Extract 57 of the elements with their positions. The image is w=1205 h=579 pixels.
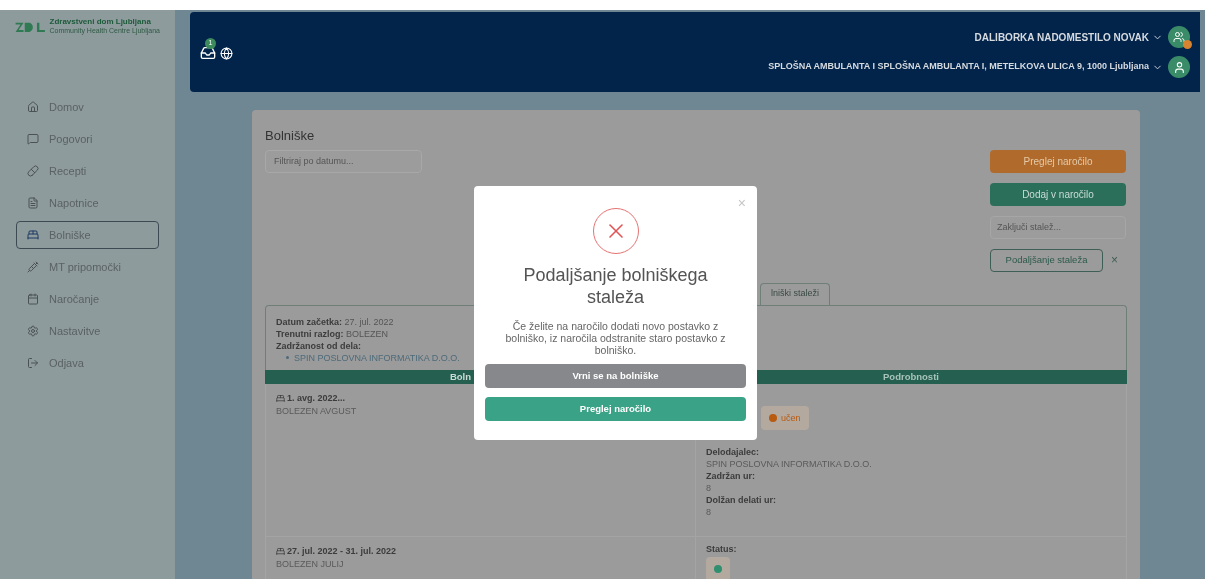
sidebar-item[interactable]: Nastavitve (16, 317, 159, 345)
sidebar-item[interactable]: Odjava (16, 349, 159, 377)
info-line: Zadržanost od dela: (276, 339, 361, 352)
review-order-button[interactable]: Preglej naročilo (990, 149, 1126, 173)
info-line: Trenutni razlog: BOLEZEN (276, 327, 388, 340)
add-to-order-button[interactable]: Dodaj v naročilo (990, 182, 1126, 206)
column-header: Boln (449, 369, 471, 384)
leave-reason: BOLEZEN JULIJ (276, 557, 344, 571)
logout-icon (27, 357, 39, 369)
dialog-message: Če želite na naročilo dodati novo postavko z bolniško, iz naročila odstranite staro postavko z bolniško. (504, 320, 727, 356)
detail-label: Zadržan ur: (706, 469, 756, 482)
extend-leave-button[interactable]: Podaljšanje staleža (990, 248, 1103, 272)
logo-title: Zdravstveni dom Ljubljana (49, 18, 152, 26)
sidebar-item[interactable]: Recepti (16, 157, 159, 185)
detail-value: SPIN POSLOVNA INFORMATIKA D.O.O. (706, 457, 873, 470)
syringe-icon (27, 261, 39, 273)
user-avatar[interactable] (1168, 26, 1190, 48)
status-label: Status: (706, 542, 738, 555)
sidebar-item[interactable]: Bolniške (16, 221, 159, 249)
detail-label: Delodajalec: (706, 445, 761, 458)
location-menu[interactable]: SPLOŠNA AMBULANTA I SPLOŠNA AMBULANTA I, METELKOVA ULICA 9, 1000 Ljubljana (768, 60, 1149, 74)
close-button[interactable]: × (737, 196, 746, 210)
home-icon (27, 101, 39, 113)
review-order-button[interactable]: Preglej naročilo (485, 397, 746, 421)
calendar-icon (27, 293, 39, 305)
sidebar-item[interactable]: Domov (16, 93, 159, 121)
chat-icon (27, 133, 39, 145)
inbox-icon[interactable] (200, 45, 216, 61)
bed-icon (276, 393, 285, 403)
leave-period: 1. avg. 2022... (287, 391, 346, 405)
status-text: učen (781, 411, 801, 424)
user-menu[interactable]: DALIBORKA NADOMESTILO NOVAK (974, 29, 1149, 45)
date-filter-field[interactable]: Filtriraj po datumu... (265, 149, 422, 173)
employer-item: SPIN POSLOVNA INFORMATIKA D.O.O. (294, 351, 460, 364)
back-button[interactable]: Vrni se na bolniške (485, 364, 746, 388)
page-title: Bolniške (265, 127, 316, 145)
pill-icon (27, 165, 39, 177)
settings-icon (27, 325, 39, 337)
dialog-title: Podaljšanje bolniškega staleža (522, 264, 709, 308)
bed-icon (276, 546, 285, 556)
bed-icon (27, 229, 39, 241)
leave-period: 27. jul. 2022 - 31. jul. 2022 (287, 544, 397, 558)
clear-button[interactable]: × (1111, 251, 1118, 269)
sidebar-item[interactable]: Naročanje (16, 285, 159, 313)
bullet-icon (286, 356, 289, 359)
sidebar-item[interactable]: Napotnice (16, 189, 159, 217)
info-line: Datum začetka: 27. jul. 2022 (276, 315, 394, 328)
detail-label: Dolžan delati ur: (706, 493, 777, 506)
sidebar-item[interactable]: MT pripomočki (16, 253, 159, 281)
sidebar-item[interactable]: Pogovori (16, 125, 159, 153)
leave-reason: BOLEZEN AVGUST (276, 404, 357, 418)
close-leave-field[interactable]: Zaključi stalež... (990, 215, 1126, 239)
document-icon (27, 197, 39, 209)
globe-icon[interactable] (220, 46, 233, 60)
tab[interactable]: lniški staleži (760, 282, 830, 305)
column-header: Podrobnosti (882, 369, 940, 384)
doctor-avatar[interactable] (1168, 56, 1190, 78)
